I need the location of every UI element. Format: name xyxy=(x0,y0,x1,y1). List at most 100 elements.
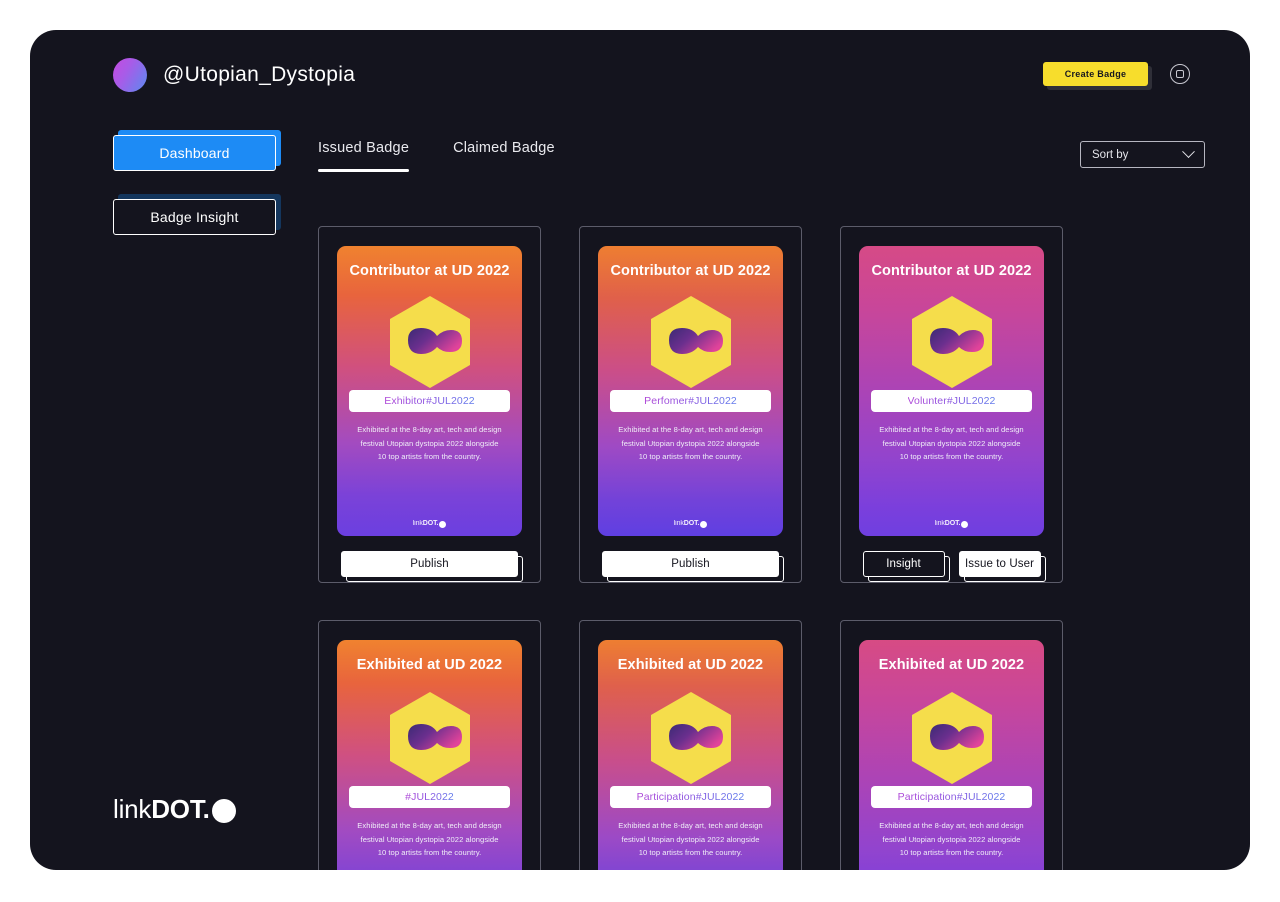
badge-art: Exhibited at UD 2022 Participation#JUL20… xyxy=(598,640,783,870)
insight-button[interactable]: Insight xyxy=(862,551,945,577)
badge-card[interactable]: Exhibited at UD 2022 Participation#JUL20… xyxy=(579,620,802,870)
chevron-down-icon xyxy=(1182,145,1195,159)
badge-card[interactable]: Exhibited at UD 2022 #JUL2022 Exhibited … xyxy=(318,620,541,870)
hexagon-badge-icon xyxy=(650,296,731,389)
hexagon-badge-icon xyxy=(389,296,470,389)
badge-tag-text: Volunter#JUL2022 xyxy=(907,395,996,408)
tab-issued-badge[interactable]: Issued Badge xyxy=(318,140,410,172)
badge-mini-logo-dot xyxy=(700,520,708,528)
badge-mini-logo-light: link xyxy=(412,520,423,527)
issue-to-user-button[interactable]: Issue to User xyxy=(958,551,1041,577)
badge-mini-logo-light: link xyxy=(934,520,945,527)
create-badge-button[interactable]: Create Badge xyxy=(1043,62,1148,86)
badge-tag-text: #JUL2022 xyxy=(405,791,454,804)
badge-art: Exhibited at UD 2022 #JUL2022 Exhibited … xyxy=(337,640,522,870)
card-actions: Insight Issue to User xyxy=(859,551,1046,582)
badge-tag-pill: Volunter#JUL2022 xyxy=(871,390,1032,413)
logo-light-part: link xyxy=(113,794,152,824)
badge-hex-holder xyxy=(610,294,771,390)
main-content: Issued Badge Claimed Badge Sort by Contr… xyxy=(318,128,1250,870)
linkdot-logo: linkDOT. xyxy=(113,794,236,825)
badge-title: Exhibited at UD 2022 xyxy=(878,657,1025,673)
sidebar-item-dashboard-wrap: Dashboard xyxy=(113,130,288,171)
badge-title: Contributor at UD 2022 xyxy=(871,263,1032,279)
badge-title: Exhibited at UD 2022 xyxy=(356,657,503,673)
publish-button[interactable]: Publish xyxy=(602,551,779,577)
sidebar-item-dashboard[interactable]: Dashboard xyxy=(113,135,276,171)
badge-art: Contributor at UD 2022 Perfomer#JUL2022 xyxy=(598,246,783,536)
badge-tag-text: Participation#JUL2022 xyxy=(897,791,1006,804)
publish-button-wrap: Publish xyxy=(602,551,784,582)
sidebar-item-badge-insight[interactable]: Badge Insight xyxy=(113,199,276,235)
sidebar-item-badge-insight-wrap: Badge Insight xyxy=(113,194,288,235)
card-actions: Publish xyxy=(337,551,523,582)
badge-mini-logo-bold: DOT. xyxy=(422,520,439,527)
issue-to-user-button-wrap: Issue to User xyxy=(958,551,1046,582)
badge-tag-pill: Participation#JUL2022 xyxy=(871,786,1032,809)
badge-hex-holder xyxy=(349,690,510,786)
badge-tag-text: Participation#JUL2022 xyxy=(636,791,745,804)
tab-list: Issued Badge Claimed Badge xyxy=(318,140,555,172)
badge-description: Exhibited at the 8-day art, tech and des… xyxy=(879,821,1024,857)
badge-art: Contributor at UD 2022 Volunter#JUL2022 xyxy=(859,246,1044,536)
badge-description: Exhibited at the 8-day art, tech and des… xyxy=(879,425,1024,461)
app-header: @Utopian_Dystopia Create Badge xyxy=(30,30,1250,122)
sidebar: Dashboard Badge Insight xyxy=(113,130,288,263)
hexagon-badge-icon xyxy=(389,692,470,785)
badge-title: Contributor at UD 2022 xyxy=(349,263,510,279)
badge-hex-holder xyxy=(349,294,510,390)
badge-card[interactable]: Contributor at UD 2022 Exhibitor#JUL2022 xyxy=(318,226,541,583)
badge-mini-logo-dot xyxy=(961,520,969,528)
badge-description: Exhibited at the 8-day art, tech and des… xyxy=(357,821,502,857)
header-actions: Create Badge xyxy=(1043,62,1190,90)
hexagon-badge-icon xyxy=(650,692,731,785)
badge-tag-text: Exhibitor#JUL2022 xyxy=(384,395,475,408)
hexagon-badge-icon xyxy=(911,296,992,389)
logo-dot-circle xyxy=(211,798,236,823)
badge-mini-logo-light: link xyxy=(673,520,684,527)
badge-art: Exhibited at UD 2022 Participation#JUL20… xyxy=(859,640,1044,870)
account-block: @Utopian_Dystopia xyxy=(113,58,355,92)
badge-mini-logo-bold: DOT. xyxy=(683,520,700,527)
badge-hex-holder xyxy=(610,690,771,786)
badge-art: Contributor at UD 2022 Exhibitor#JUL2022 xyxy=(337,246,522,536)
sort-by-select[interactable]: Sort by xyxy=(1080,141,1205,168)
badge-tag-pill: Exhibitor#JUL2022 xyxy=(349,390,510,413)
badge-mini-logo: linkDOT. xyxy=(413,520,439,527)
app-window: @Utopian_Dystopia Create Badge Dashboard… xyxy=(30,30,1250,870)
badge-tag-pill: #JUL2022 xyxy=(349,786,510,809)
badge-tag-pill: Participation#JUL2022 xyxy=(610,786,771,809)
hexagon-badge-icon xyxy=(911,692,992,785)
insight-button-wrap: Insight xyxy=(862,551,950,582)
logo-bold-part: DOT. xyxy=(151,794,210,824)
badge-title: Contributor at UD 2022 xyxy=(610,263,771,279)
badge-mini-logo: linkDOT. xyxy=(935,520,961,527)
badge-grid: Contributor at UD 2022 Exhibitor#JUL2022 xyxy=(318,226,1108,870)
badge-footer-logo: linkDOT. xyxy=(859,520,1044,528)
sort-by-label: Sort by xyxy=(1092,148,1129,161)
badge-card[interactable]: Exhibited at UD 2022 Participation#JUL20… xyxy=(840,620,1063,870)
avatar xyxy=(113,58,147,92)
account-name: @Utopian_Dystopia xyxy=(163,63,356,86)
badge-tag-text: Perfomer#JUL2022 xyxy=(644,395,737,408)
tabs-row: Issued Badge Claimed Badge Sort by xyxy=(318,128,1250,186)
badge-card[interactable]: Contributor at UD 2022 Volunter#JUL2022 xyxy=(840,226,1063,583)
badge-footer-logo: linkDOT. xyxy=(598,520,783,528)
publish-button[interactable]: Publish xyxy=(341,551,518,577)
linkdot-logo-text: linkDOT. xyxy=(113,794,210,825)
wallet-square-icon[interactable] xyxy=(1170,64,1190,84)
create-badge-button-wrap: Create Badge xyxy=(1043,62,1152,90)
tab-claimed-badge[interactable]: Claimed Badge xyxy=(453,140,555,172)
badge-description: Exhibited at the 8-day art, tech and des… xyxy=(357,425,502,461)
publish-button-wrap: Publish xyxy=(341,551,523,582)
badge-mini-logo-bold: DOT. xyxy=(944,520,961,527)
card-actions: Publish xyxy=(598,551,784,582)
badge-card[interactable]: Contributor at UD 2022 Perfomer#JUL2022 xyxy=(579,226,802,583)
badge-mini-logo-dot xyxy=(439,520,447,528)
badge-hex-holder xyxy=(871,690,1032,786)
badge-title: Exhibited at UD 2022 xyxy=(617,657,764,673)
badge-mini-logo: linkDOT. xyxy=(674,520,700,527)
badge-description: Exhibited at the 8-day art, tech and des… xyxy=(618,821,763,857)
badge-footer-logo: linkDOT. xyxy=(337,520,522,528)
badge-hex-holder xyxy=(871,294,1032,390)
